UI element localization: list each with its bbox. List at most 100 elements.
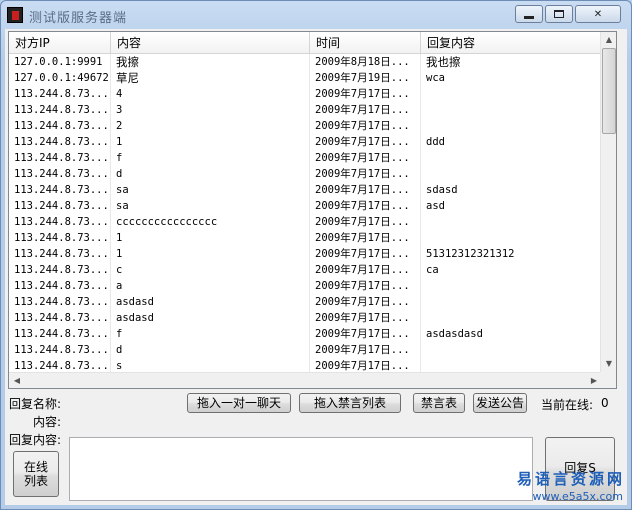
cell-content: 我擦 — [111, 54, 310, 70]
scroll-thumb[interactable] — [602, 48, 616, 134]
client-area: 对方IP 内容 时间 回复内容 127.0.0.1:9991 我擦 2009年8月1… — [5, 29, 627, 505]
watermark-url: www.e5a5x.com — [532, 490, 623, 503]
watermark-text: 易语言资源网 — [516, 470, 625, 488]
cell-time: 2009年7月17日... — [310, 278, 421, 294]
titlebar[interactable]: 测试版服务器端 ✕ — [1, 1, 631, 29]
cell-content: sa — [111, 198, 310, 214]
table-row[interactable]: 113.244.8.73... 1 2009年7月17日... — [9, 230, 602, 246]
cell-reply — [421, 294, 602, 310]
table-row[interactable]: 113.244.8.73... 2 2009年7月17日... — [9, 118, 602, 134]
ban-table-button[interactable]: 禁言表 — [413, 393, 465, 413]
table-row[interactable]: 113.244.8.73... 1 2009年7月17日... 51312312321… — [9, 246, 602, 262]
cell-time: 2009年7月19日... — [310, 70, 421, 86]
cell-reply — [421, 342, 602, 358]
close-button[interactable]: ✕ — [575, 5, 621, 23]
table-row[interactable]: 113.244.8.73... 4 2009年7月17日... — [9, 86, 602, 102]
table-row[interactable]: 113.244.8.73... asdasd 2009年7月17日... — [9, 310, 602, 326]
cell-ip: 113.244.8.73... — [9, 294, 111, 310]
minimize-button[interactable] — [515, 5, 543, 23]
cell-reply — [421, 118, 602, 134]
cell-ip: 113.244.8.73... — [9, 118, 111, 134]
cell-reply: 我也擦 — [421, 54, 602, 70]
online-list-button[interactable]: 在线 列表 — [13, 451, 59, 497]
cell-reply: ddd — [421, 134, 602, 150]
cell-ip: 113.244.8.73... — [9, 166, 111, 182]
ban-list-button[interactable]: 拖入禁言列表 — [299, 393, 401, 413]
cell-ip: 113.244.8.73... — [9, 246, 111, 262]
cell-time: 2009年7月17日... — [310, 214, 421, 230]
scroll-down-icon[interactable]: ▼ — [601, 356, 616, 372]
cell-ip: 113.244.8.73... — [9, 198, 111, 214]
cell-ip: 113.244.8.73... — [9, 102, 111, 118]
vertical-scrollbar[interactable]: ▲ ▼ — [600, 32, 616, 372]
announce-button[interactable]: 发送公告 — [473, 393, 527, 413]
maximize-icon — [554, 10, 564, 18]
column-header-content[interactable]: 内容 — [111, 32, 310, 54]
cell-reply: asd — [421, 198, 602, 214]
table-row[interactable]: 127.0.0.1:49672 草尼 2009年7月19日... wca — [9, 70, 602, 86]
table-row[interactable]: 113.244.8.73... sa 2009年7月17日... asd — [9, 198, 602, 214]
cell-reply — [421, 86, 602, 102]
cell-content: c — [111, 262, 310, 278]
table-row[interactable]: 113.244.8.73... a 2009年7月17日... — [9, 278, 602, 294]
cell-time: 2009年7月17日... — [310, 198, 421, 214]
list-header: 对方IP 内容 时间 回复内容 — [9, 32, 602, 54]
cell-time: 2009年8月18日... — [310, 54, 421, 70]
scroll-corner — [600, 372, 616, 388]
cell-content: cccccccccccccccc — [111, 214, 310, 230]
table-row[interactable]: 113.244.8.73... c 2009年7月17日... ca — [9, 262, 602, 278]
column-header-ip[interactable]: 对方IP — [9, 32, 111, 54]
cell-time: 2009年7月17日... — [310, 134, 421, 150]
table-row[interactable]: 113.244.8.73... asdasd 2009年7月17日... — [9, 294, 602, 310]
cell-reply: wca — [421, 70, 602, 86]
cell-time: 2009年7月17日... — [310, 182, 421, 198]
cell-time: 2009年7月17日... — [310, 310, 421, 326]
cell-reply — [421, 278, 602, 294]
cell-time: 2009年7月17日... — [310, 102, 421, 118]
cell-time: 2009年7月17日... — [310, 326, 421, 342]
cell-content: 1 — [111, 134, 310, 150]
table-row[interactable]: 113.244.8.73... 3 2009年7月17日... — [9, 102, 602, 118]
reply-content-input[interactable] — [69, 437, 533, 501]
cell-reply — [421, 214, 602, 230]
cell-time: 2009年7月17日... — [310, 230, 421, 246]
table-row[interactable]: 113.244.8.73... f 2009年7月17日... — [9, 150, 602, 166]
table-row[interactable]: 113.244.8.73... f 2009年7月17日... asdasdasd — [9, 326, 602, 342]
cell-content: a — [111, 278, 310, 294]
cell-content: f — [111, 150, 310, 166]
cell-ip: 113.244.8.73... — [9, 310, 111, 326]
column-header-time[interactable]: 时间 — [310, 32, 421, 54]
cell-ip: 113.244.8.73... — [9, 150, 111, 166]
cell-content: 草尼 — [111, 70, 310, 86]
maximize-button[interactable] — [545, 5, 573, 23]
cell-content: asdasd — [111, 310, 310, 326]
scroll-left-icon[interactable]: ◀ — [9, 373, 25, 388]
cell-time: 2009年7月17日... — [310, 262, 421, 278]
cell-reply: 51312312321312 — [421, 246, 602, 262]
cell-reply — [421, 166, 602, 182]
table-row[interactable]: 113.244.8.73... 1 2009年7月17日... ddd — [9, 134, 602, 150]
message-list[interactable]: 对方IP 内容 时间 回复内容 127.0.0.1:9991 我擦 2009年8月1… — [8, 31, 617, 389]
table-row[interactable]: 113.244.8.73... cccccccccccccccc 2009年7月17… — [9, 214, 602, 230]
close-icon: ✕ — [593, 8, 603, 20]
table-row[interactable]: 113.244.8.73... d 2009年7月17日... — [9, 342, 602, 358]
table-row[interactable]: 127.0.0.1:9991 我擦 2009年8月18日... 我也擦 — [9, 54, 602, 70]
cell-time: 2009年7月17日... — [310, 166, 421, 182]
cell-reply — [421, 102, 602, 118]
cell-content: 2 — [111, 118, 310, 134]
cell-ip: 127.0.0.1:49672 — [9, 70, 111, 86]
cell-ip: 113.244.8.73... — [9, 134, 111, 150]
main-window: 测试版服务器端 ✕ 对方IP 内容 时间 回复内容 127.0.0.1:9991… — [0, 0, 632, 510]
table-row[interactable]: 113.244.8.73... d 2009年7月17日... — [9, 166, 602, 182]
cell-content: 3 — [111, 102, 310, 118]
cell-content: f — [111, 326, 310, 342]
cell-reply — [421, 310, 602, 326]
cell-time: 2009年7月17日... — [310, 294, 421, 310]
table-row[interactable]: 113.244.8.73... sa 2009年7月17日... sdasd — [9, 182, 602, 198]
horizontal-scrollbar[interactable]: ◀ ▶ — [9, 372, 602, 388]
private-chat-button[interactable]: 拖入一对一聊天 — [187, 393, 291, 413]
scroll-up-icon[interactable]: ▲ — [601, 32, 616, 48]
column-header-reply[interactable]: 回复内容 — [421, 32, 602, 54]
cell-reply — [421, 230, 602, 246]
list-body: 127.0.0.1:9991 我擦 2009年8月18日... 我也擦 127.0.0.… — [9, 54, 602, 374]
